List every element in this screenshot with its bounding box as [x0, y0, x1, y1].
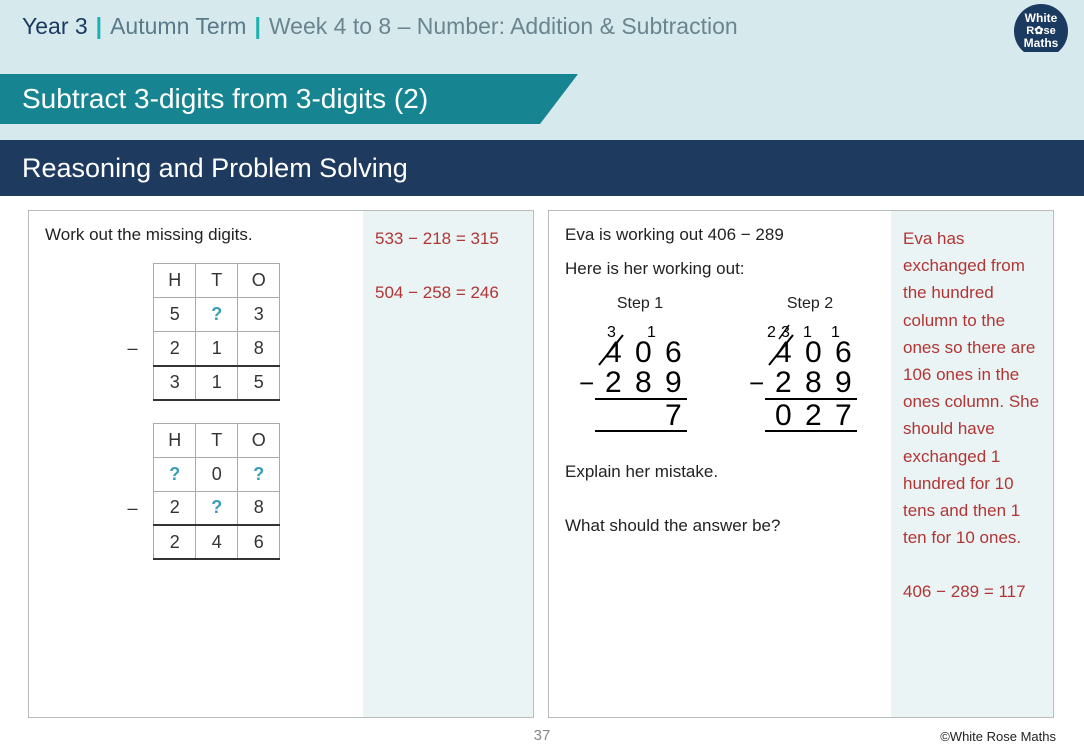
- svg-text:6: 6: [835, 336, 852, 369]
- svg-text:2: 2: [605, 366, 622, 399]
- step-2: Step 2 2 3 1 1 4 0 6 − 2 8 9: [745, 295, 875, 442]
- question-right: Eva is working out 406 − 289 Here is her…: [549, 211, 891, 717]
- copyright: ©White Rose Maths: [940, 729, 1056, 744]
- year-label: Year 3: [22, 13, 88, 40]
- text: Explain her mistake.: [565, 462, 875, 482]
- content-row: Work out the missing digits. HTO 5?3 –21…: [0, 196, 1084, 718]
- logo-line: White: [1025, 12, 1058, 25]
- svg-text:−: −: [579, 368, 594, 398]
- svg-text:9: 9: [665, 366, 682, 399]
- step-1: Step 1 3 1 4 0 6 − 2 8 9 7: [575, 295, 705, 442]
- svg-text:9: 9: [835, 366, 852, 399]
- svg-text:0: 0: [775, 399, 792, 432]
- step-label: Step 2: [745, 295, 875, 313]
- text: Eva is working out 406 − 289: [565, 225, 875, 245]
- answer-left: 533 − 218 = 315 504 − 258 = 246: [363, 211, 533, 717]
- page-number: 37: [534, 727, 551, 744]
- term-label: Autumn Term: [110, 13, 246, 40]
- svg-text:−: −: [749, 368, 764, 398]
- svg-text:7: 7: [665, 399, 682, 432]
- missing-digits-table-2: HTO ?0? –2?8 246: [112, 423, 281, 561]
- svg-text:2: 2: [775, 366, 792, 399]
- logo-line: Maths: [1024, 37, 1059, 50]
- column-subtraction-1: 3 1 4 0 6 − 2 8 9 7: [575, 317, 705, 437]
- svg-text:0: 0: [635, 336, 652, 369]
- column-subtraction-2: 2 3 1 1 4 0 6 − 2 8 9 0: [745, 317, 875, 437]
- step-label: Step 1: [575, 295, 705, 313]
- divider: |: [254, 13, 260, 40]
- working-steps: Step 1 3 1 4 0 6 − 2 8 9 7: [575, 295, 875, 442]
- svg-text:7: 7: [835, 399, 852, 432]
- panel-right: Eva is working out 406 − 289 Here is her…: [548, 210, 1054, 718]
- answer-calc: 406 − 289 = 117: [903, 578, 1041, 605]
- answer-line: 504 − 258 = 246: [375, 279, 521, 306]
- svg-text:2: 2: [805, 399, 822, 432]
- title-band: Subtract 3-digits from 3-digits (2): [0, 52, 1084, 140]
- svg-text:8: 8: [635, 366, 652, 399]
- svg-text:0: 0: [805, 336, 822, 369]
- prompt: Work out the missing digits.: [45, 225, 347, 245]
- text: What should the answer be?: [565, 516, 875, 536]
- week-label: Week 4 to 8 – Number: Addition & Subtrac…: [269, 13, 738, 40]
- lesson-title: Subtract 3-digits from 3-digits (2): [0, 74, 540, 124]
- answer-line: 533 − 218 = 315: [375, 225, 521, 252]
- breadcrumb-header: Year 3 | Autumn Term | Week 4 to 8 – Num…: [0, 0, 1084, 52]
- logo-badge: White R✿se Maths: [1014, 4, 1068, 58]
- section-title: Reasoning and Problem Solving: [0, 140, 1084, 196]
- panel-left: Work out the missing digits. HTO 5?3 –21…: [28, 210, 534, 718]
- svg-text:6: 6: [665, 336, 682, 369]
- answer-text: Eva has exchanged from the hundred colum…: [903, 225, 1041, 551]
- svg-text:8: 8: [805, 366, 822, 399]
- answer-right: Eva has exchanged from the hundred colum…: [891, 211, 1053, 717]
- question-left: Work out the missing digits. HTO 5?3 –21…: [29, 211, 363, 717]
- divider: |: [96, 13, 102, 40]
- missing-digits-table-1: HTO 5?3 –218 315: [112, 263, 281, 401]
- text: Here is her working out:: [565, 259, 875, 279]
